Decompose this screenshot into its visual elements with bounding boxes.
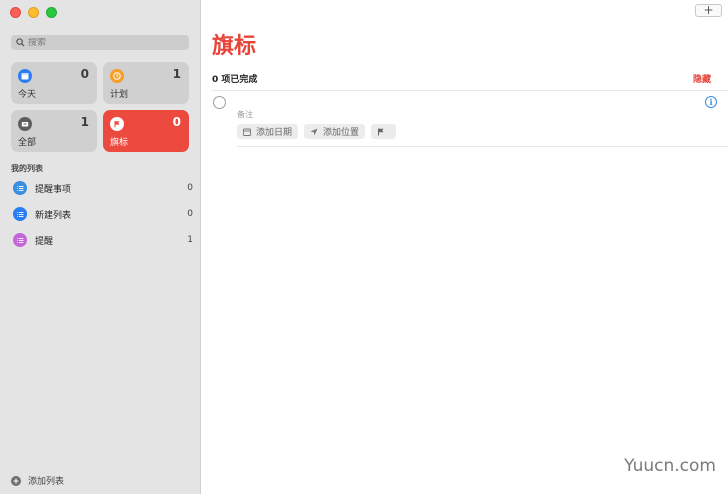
hide-completed-button[interactable]: 隐藏 — [693, 72, 711, 85]
add-location-label: 添加位置 — [323, 128, 360, 138]
add-reminder-button[interactable]: + — [695, 4, 722, 17]
task-complete-checkbox[interactable] — [213, 96, 226, 109]
add-date-button[interactable]: 添加日期 — [237, 124, 299, 139]
smart-list-label: 计划 — [110, 90, 129, 100]
flag-task-button[interactable] — [371, 124, 397, 139]
task-notes-field[interactable]: 备注 — [237, 109, 253, 120]
list-item[interactable]: 新建列表 0 — [13, 206, 193, 222]
list-item[interactable]: 提醒事项 0 — [13, 180, 193, 196]
zoom-window-button[interactable] — [46, 7, 57, 18]
window-controls — [10, 7, 57, 18]
smart-list-label: 旗标 — [110, 138, 129, 148]
list-name: 新建列表 — [35, 210, 72, 221]
smart-list-count: 0 — [172, 115, 181, 129]
smart-list-flagged[interactable]: 0 旗标 — [103, 110, 189, 152]
search-icon — [16, 38, 25, 47]
add-date-label: 添加日期 — [256, 128, 293, 138]
task-divider — [237, 146, 728, 147]
smart-list-label: 今天 — [18, 90, 37, 100]
smart-list-label: 全部 — [18, 138, 37, 148]
watermark: Yuucn.com — [624, 456, 716, 476]
location-arrow-icon — [310, 128, 318, 135]
divider — [212, 90, 728, 91]
flag-icon — [110, 117, 124, 131]
list-count: 1 — [187, 235, 193, 245]
task-actions: 添加日期 添加位置 — [237, 124, 397, 139]
smart-list-count: 0 — [80, 67, 89, 81]
search-input[interactable] — [28, 37, 178, 48]
list-name: 提醒事项 — [35, 184, 72, 195]
search-box[interactable] — [11, 35, 189, 50]
my-lists-heading: 我的列表 — [11, 164, 43, 173]
main-panel: + 旗标 0 项已完成 隐藏 i 备注 添加日期 添加位置 Yuucn.com — [201, 0, 728, 494]
add-list-label: 添加列表 — [28, 477, 65, 487]
plus-circle-icon — [11, 475, 21, 486]
sidebar: 0 今天 1 计划 1 全部 0 旗标 我的列表 提醒事项 0 新建列表 — [0, 0, 201, 494]
list-name: 提醒 — [35, 236, 54, 247]
list-icon — [13, 233, 27, 247]
calendar-icon — [18, 69, 32, 83]
completed-count: 0 项已完成 — [212, 75, 258, 85]
smart-list-today[interactable]: 0 今天 — [11, 62, 97, 104]
smart-list-all[interactable]: 1 全部 — [11, 110, 97, 152]
clock-icon — [110, 69, 124, 83]
minimize-window-button[interactable] — [28, 7, 39, 18]
add-location-button[interactable]: 添加位置 — [304, 124, 366, 139]
tray-icon — [18, 117, 32, 131]
flag-icon — [378, 128, 384, 135]
list-icon — [13, 181, 27, 195]
close-window-button[interactable] — [10, 7, 21, 18]
smart-list-count: 1 — [172, 67, 181, 81]
calendar-icon — [243, 128, 251, 136]
list-count: 0 — [187, 209, 193, 219]
list-icon — [13, 207, 27, 221]
smart-list-scheduled[interactable]: 1 计划 — [103, 62, 189, 104]
add-list-button[interactable]: 添加列表 — [11, 474, 64, 487]
smart-list-count: 1 — [80, 115, 89, 129]
list-count: 0 — [187, 183, 193, 193]
list-item[interactable]: 提醒 1 — [13, 232, 193, 248]
info-icon[interactable]: i — [705, 96, 717, 108]
page-title: 旗标 — [212, 34, 257, 59]
